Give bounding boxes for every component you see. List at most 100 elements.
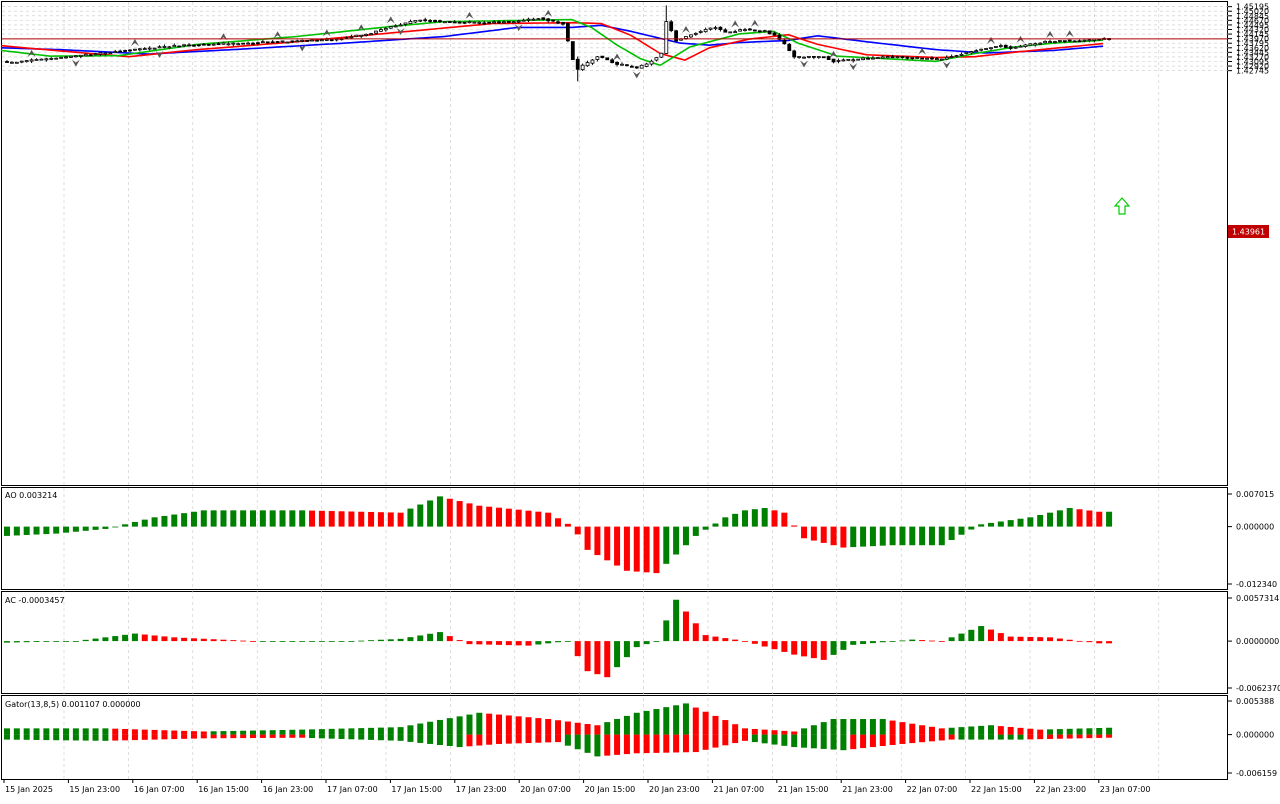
gator-lower-bar bbox=[387, 734, 394, 741]
candle-body bbox=[69, 55, 73, 58]
histogram-bar bbox=[968, 526, 975, 530]
candle-body bbox=[979, 48, 984, 51]
gator-upper-bar bbox=[791, 731, 798, 735]
x-tick-label: 20 Jan 15:00 bbox=[585, 785, 636, 794]
gator-upper-bar bbox=[318, 729, 325, 735]
histogram-bar bbox=[564, 641, 571, 642]
gator-upper-bar bbox=[712, 715, 719, 735]
histogram-bar bbox=[250, 510, 256, 527]
candle-body bbox=[492, 21, 496, 24]
candle-body bbox=[910, 57, 915, 60]
histogram-bar bbox=[102, 526, 109, 529]
y-tick-label: 0.005388 bbox=[1236, 697, 1274, 706]
gator-upper-bar bbox=[200, 731, 207, 735]
candle-body bbox=[787, 43, 792, 52]
candle-body bbox=[674, 30, 679, 42]
candle-body bbox=[511, 21, 516, 24]
candle bbox=[821, 56, 826, 59]
candle bbox=[846, 58, 851, 61]
histogram-bar bbox=[397, 638, 404, 642]
histogram-bar bbox=[1066, 508, 1073, 527]
histogram-bar bbox=[810, 641, 817, 659]
gator-upper-bar bbox=[751, 728, 758, 735]
candle bbox=[442, 21, 447, 24]
candle-body bbox=[201, 43, 206, 46]
gator-upper-bar bbox=[1007, 726, 1014, 735]
histogram-bar bbox=[692, 526, 699, 536]
histogram-bar bbox=[1047, 637, 1054, 642]
candle bbox=[285, 41, 290, 44]
histogram-bar bbox=[427, 500, 434, 527]
gator-upper-bar bbox=[446, 718, 453, 735]
candle-body bbox=[260, 41, 265, 44]
gator-upper-bar bbox=[682, 703, 689, 735]
candle-body bbox=[216, 43, 221, 46]
histogram-bar bbox=[869, 526, 876, 547]
gator-upper-bar bbox=[23, 728, 30, 735]
histogram-bar bbox=[574, 526, 581, 535]
candle-body bbox=[728, 31, 733, 34]
gator-upper-bar bbox=[801, 728, 808, 735]
candle-body bbox=[885, 56, 890, 59]
x-tick-label: 22 Jan 23:00 bbox=[1035, 785, 1086, 794]
candle-body bbox=[64, 56, 68, 59]
candle-body bbox=[54, 57, 59, 60]
candle-body bbox=[10, 61, 14, 64]
candle-body bbox=[639, 64, 644, 69]
candle-body bbox=[738, 29, 742, 32]
histogram-bar bbox=[889, 641, 896, 642]
candle-body bbox=[256, 42, 260, 45]
histogram-bar bbox=[368, 511, 375, 527]
gator-lower-bar bbox=[761, 734, 768, 744]
histogram-bar bbox=[860, 526, 867, 547]
gator-lower-bar bbox=[4, 734, 10, 740]
histogram-bar bbox=[555, 518, 562, 527]
gator-lower-bar bbox=[604, 734, 611, 756]
candle-body bbox=[629, 65, 634, 68]
candle-body bbox=[206, 43, 211, 46]
histogram-bar bbox=[23, 526, 30, 535]
candle-body bbox=[24, 60, 29, 63]
candle-body bbox=[836, 60, 841, 62]
candle-body bbox=[536, 18, 541, 21]
gator-lower-bar bbox=[879, 734, 886, 747]
chart-window[interactable]: 1.43961 1.45195 1.45020 1.44845 1.44670 1.44… bbox=[0, 0, 1280, 800]
candle-body bbox=[880, 56, 885, 59]
candle-body bbox=[998, 45, 1003, 47]
histogram-bar bbox=[486, 641, 493, 645]
gator-upper-bar bbox=[72, 728, 79, 735]
gator-lower-bar bbox=[751, 734, 758, 743]
histogram-bar bbox=[446, 498, 453, 527]
histogram-bar bbox=[387, 512, 394, 527]
gator-lower-bar bbox=[377, 734, 384, 741]
ac-label: AC -0.0003457 bbox=[5, 596, 65, 605]
gator-lower-bar bbox=[1027, 734, 1034, 740]
gator-lower-bar bbox=[997, 734, 1004, 740]
gator-lower-bar bbox=[496, 734, 502, 744]
histogram-bar bbox=[860, 641, 867, 644]
gator-lower-bar bbox=[1106, 734, 1113, 738]
candle-body bbox=[398, 24, 403, 27]
histogram-bar bbox=[417, 635, 424, 642]
candle-body bbox=[1048, 41, 1052, 43]
gator-upper-bar bbox=[112, 728, 119, 735]
histogram-bar bbox=[269, 510, 276, 527]
candle-body bbox=[142, 48, 147, 51]
gator-upper-bar bbox=[377, 727, 384, 735]
chart-svg[interactable]: 1.43961 1.451951.450201.448451.446701.44… bbox=[0, 0, 1280, 800]
histogram-bar bbox=[102, 637, 109, 642]
gator-lower-bar bbox=[53, 734, 60, 741]
candle-body bbox=[974, 50, 979, 53]
gator-upper-bar bbox=[289, 729, 296, 735]
gator-lower-bar bbox=[682, 734, 689, 753]
candle-body bbox=[349, 36, 354, 39]
candle-body bbox=[78, 54, 83, 57]
gator-upper-bar bbox=[407, 725, 414, 735]
histogram-bar bbox=[358, 640, 365, 642]
histogram-bar bbox=[643, 526, 650, 573]
gator-upper-bar bbox=[33, 728, 40, 735]
gator-upper-bar bbox=[781, 730, 788, 735]
histogram-bar bbox=[417, 504, 424, 527]
candle-body bbox=[128, 49, 132, 52]
gator-upper-bar bbox=[978, 725, 985, 735]
